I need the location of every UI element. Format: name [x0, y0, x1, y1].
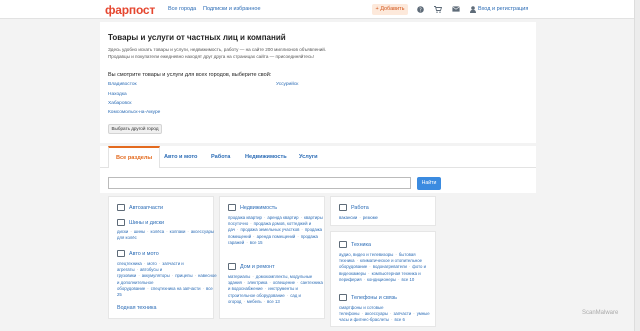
briefcase-icon [339, 204, 347, 211]
login-link[interactable]: Вход и регистрация [478, 6, 528, 12]
city-link[interactable]: Владивосток [108, 82, 137, 87]
phone-icon [339, 294, 347, 301]
city-link[interactable]: Уссурийск [276, 82, 298, 87]
user-icon[interactable] [470, 6, 476, 15]
intro-card: Товары и услуги от частных лиц и компани… [100, 22, 536, 143]
category-card-realty: Недвижимость продажа квартир · аренда квар… [219, 196, 325, 319]
city-heading: Вы смотрите товары и услуги для всех гор… [108, 72, 272, 78]
home-links: материалы · домокомплекты, модульные здани… [228, 274, 323, 304]
car-icon [117, 250, 125, 257]
category-card-jobs: Работа вакансии · резюме [330, 196, 436, 226]
city-link[interactable]: Находка [108, 92, 127, 97]
search-input[interactable] [108, 177, 411, 189]
home-repair-icon [228, 263, 236, 270]
site-logo[interactable]: фарпост [105, 3, 155, 17]
tab-all[interactable]: Все разделы [108, 146, 161, 168]
phones-links: смартфоны и сотовые телефоны · аксессуары ·… [339, 305, 430, 323]
category-auto-moto[interactable]: Авто и мото [129, 251, 159, 257]
add-listing-button[interactable]: + Добавить [372, 4, 408, 15]
city-link[interactable]: Комсомольск-на-Амуре [108, 110, 160, 115]
help-icon[interactable]: ? [417, 6, 424, 15]
watermark: ScanMalware [582, 310, 619, 316]
search-button[interactable]: Найти [417, 177, 441, 190]
category-card-tech: Техника аудио, видео и телевизоры · бытова… [330, 231, 436, 327]
tech-links: аудио, видео и телевизоры · бытовая техник… [339, 252, 427, 282]
category-water-vehicles[interactable]: Водная техника [117, 305, 156, 311]
messages-icon[interactable] [452, 6, 460, 14]
tab-services[interactable]: Услуги [292, 146, 325, 168]
svg-text:?: ? [419, 8, 422, 14]
page-scrollbar[interactable] [634, 0, 640, 331]
category-jobs[interactable]: Работа [351, 205, 369, 211]
tab-auto[interactable]: Авто и мото [157, 146, 204, 168]
city-link[interactable]: Хабаровск [108, 101, 132, 106]
category-card-auto: Автозапчасти Шины и диски диски · шины · кол… [108, 196, 217, 319]
section-tabs: Все разделы Авто и мото Работа Недвижимо… [100, 146, 536, 168]
tires-links: диски · шины · колёса · колпаки · аксессуары для… [117, 229, 214, 241]
jobs-links: вакансии · резюме [339, 215, 378, 220]
tires-icon [117, 219, 125, 226]
category-tires[interactable]: Шины и диски [129, 220, 164, 226]
intro-description: Здесь удобно искать товары и услуги, нед… [108, 47, 327, 59]
search-bar: Найти [100, 168, 536, 193]
auto-parts-icon [117, 204, 125, 211]
category-phones[interactable]: Телефоны и связь [351, 295, 397, 301]
choose-city-button[interactable]: Выбрать другой город [108, 124, 162, 134]
tv-icon [339, 241, 347, 248]
category-home-repair[interactable]: Дом и ремонт [240, 264, 275, 270]
nav-subscriptions[interactable]: Подписки и избранное [203, 6, 261, 12]
auto-links: спецтехника · мото · запчасти и агрегаты · авт… [117, 261, 217, 298]
building-icon [228, 204, 236, 211]
tab-jobs[interactable]: Работа [204, 146, 237, 168]
page-title: Товары и услуги от частных лиц и компани… [108, 33, 286, 42]
nav-all-cities[interactable]: Все города [168, 6, 196, 12]
top-header: фарпост Все города Подписки и избранное … [0, 0, 640, 19]
tab-realty[interactable]: Недвижимость [238, 146, 294, 168]
category-realty[interactable]: Недвижимость [240, 205, 277, 211]
category-tech[interactable]: Техника [351, 242, 371, 248]
realty-links: продажа квартир · аренда квартир · квартиры … [228, 215, 323, 245]
cart-icon[interactable] [434, 6, 443, 15]
category-auto-parts[interactable]: Автозапчасти [129, 205, 163, 211]
